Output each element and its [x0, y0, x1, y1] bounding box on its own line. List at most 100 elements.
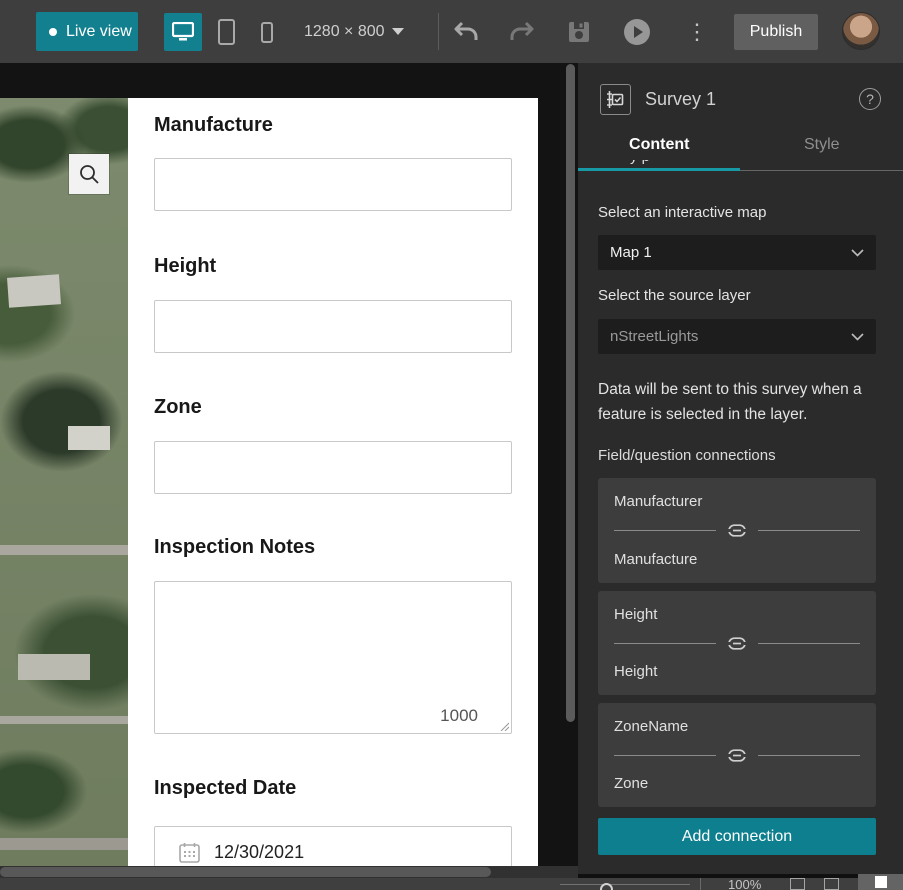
survey-widget-icon: [600, 84, 631, 115]
inspection-notes-wrap: 1000: [154, 581, 512, 734]
zone-input[interactable]: [154, 441, 512, 494]
panel-header: Survey 1 ?: [578, 63, 903, 136]
help-icon: ?: [866, 91, 874, 107]
chevron-down-icon: [851, 248, 864, 257]
connection-card[interactable]: Height Height: [598, 591, 876, 695]
connector-line: [614, 754, 716, 756]
connection-row: [614, 748, 860, 762]
app-window: Live view 1280 × 800 ⋮ Publish Manufactu…: [0, 0, 903, 890]
connection-field: Manufacturer: [614, 493, 703, 510]
device-desktop-button[interactable]: [164, 13, 202, 51]
map-building: [18, 654, 90, 680]
field-label-height: Height: [154, 255, 217, 277]
statusbar-divider: [700, 878, 701, 890]
actual-size-icon[interactable]: [824, 878, 839, 890]
undo-button[interactable]: [450, 16, 482, 48]
layer-select-dropdown[interactable]: nStreetLights: [598, 319, 876, 354]
device-tablet-button[interactable]: [207, 13, 245, 51]
preview-play-button[interactable]: [621, 16, 653, 48]
field-label-manufacture: Manufacture: [154, 114, 273, 136]
map-select-label: Select an interactive map: [598, 204, 767, 221]
screen-size-dropdown[interactable]: 1280 × 800: [304, 0, 404, 63]
panel-info-text: Data will be sent to this survey when a …: [598, 381, 862, 423]
widget-settings-panel: Survey 1 ? Content Style y p Select an i…: [578, 63, 903, 874]
live-dot-icon: [49, 27, 57, 36]
calendar-icon: [179, 843, 200, 863]
design-canvas: Manufacture Height Zone Inspection Notes…: [0, 63, 578, 878]
desktop-icon: [172, 22, 194, 41]
map-search-button[interactable]: [69, 154, 109, 194]
zoom-level-value: 100%: [728, 877, 762, 890]
more-options-button[interactable]: ⋮: [681, 16, 713, 48]
panel-toggle-icon: [874, 876, 887, 888]
connector-line: [614, 530, 716, 531]
top-toolbar: Live view 1280 × 800 ⋮ Publish: [0, 0, 903, 63]
canvas-horizontal-scrollbar-track: [0, 866, 578, 878]
link-icon: [724, 636, 750, 650]
connector-line: [758, 754, 860, 756]
height-input[interactable]: [154, 300, 512, 353]
connection-field: Height: [614, 606, 658, 623]
help-button[interactable]: ?: [859, 88, 881, 110]
tablet-icon: [217, 19, 235, 45]
connector-line: [758, 642, 860, 644]
canvas-horizontal-scrollbar[interactable]: [0, 867, 491, 877]
map-select-value: Map 1: [610, 244, 652, 261]
char-count: 1000: [440, 706, 478, 725]
link-icon: [724, 748, 750, 762]
connection-row: [614, 524, 860, 537]
manufacture-input[interactable]: [154, 158, 512, 211]
phone-icon: [261, 21, 273, 43]
zoom-slider-handle[interactable]: [600, 883, 613, 890]
publish-button[interactable]: Publish: [734, 14, 818, 50]
map-road: [0, 716, 128, 724]
layer-select-label: Select the source layer: [598, 287, 751, 304]
canvas-vertical-scrollbar[interactable]: [566, 64, 575, 722]
panel-toggle-button[interactable]: [858, 874, 903, 890]
undo-icon: [454, 21, 478, 40]
caret-down-icon: [391, 28, 404, 35]
zoom-slider-track: [560, 883, 690, 890]
add-connection-button[interactable]: Add connection: [598, 818, 876, 855]
device-phone-button[interactable]: [248, 13, 286, 51]
active-tab-underline: [578, 168, 740, 171]
map-building: [68, 426, 110, 450]
panel-title: Survey 1: [645, 89, 717, 109]
tab-style[interactable]: Style: [741, 136, 903, 170]
survey-form-preview: Manufacture Height Zone Inspection Notes…: [128, 98, 538, 868]
link-icon: [724, 524, 750, 537]
live-view-label: Live view: [66, 22, 132, 40]
connector-line: [614, 642, 716, 644]
map-road: [0, 545, 128, 555]
redo-button[interactable]: [506, 16, 538, 48]
scrolled-clipped-text: y p: [630, 160, 760, 168]
search-icon: [80, 165, 99, 184]
map-building: [7, 274, 61, 308]
connection-field: ZoneName: [614, 718, 689, 735]
connector-line: [758, 530, 860, 531]
live-view-button[interactable]: Live view: [36, 12, 138, 51]
screen-size-value: 1280 × 800: [304, 22, 385, 40]
field-label-inspection-notes: Inspection Notes: [154, 536, 316, 558]
user-avatar[interactable]: [842, 12, 880, 50]
kebab-icon: ⋮: [686, 19, 708, 44]
connections-label: Field/question connections: [598, 447, 776, 464]
field-label-inspected-date: Inspected Date: [154, 777, 297, 799]
connection-card[interactable]: ZoneName Zone: [598, 703, 876, 807]
fit-view-icon[interactable]: [790, 878, 805, 890]
play-icon: [624, 19, 650, 45]
save-button[interactable]: [563, 16, 595, 48]
layer-select-value: nStreetLights: [610, 328, 699, 345]
map-select-dropdown[interactable]: Map 1: [598, 235, 876, 270]
redo-icon: [510, 21, 534, 40]
connection-question: Manufacture: [614, 551, 698, 568]
toolbar-divider: [438, 13, 439, 50]
resize-grip-icon[interactable]: [499, 721, 509, 731]
connection-question: Height: [614, 663, 658, 680]
connection-card[interactable]: Manufacturer Manufacture: [598, 478, 876, 583]
map-road: [0, 838, 128, 850]
chevron-down-icon: [851, 332, 864, 341]
inspected-date-input[interactable]: 12/30/2021: [154, 826, 512, 868]
field-label-zone: Zone: [154, 396, 202, 418]
map-widget-preview[interactable]: [0, 98, 128, 868]
